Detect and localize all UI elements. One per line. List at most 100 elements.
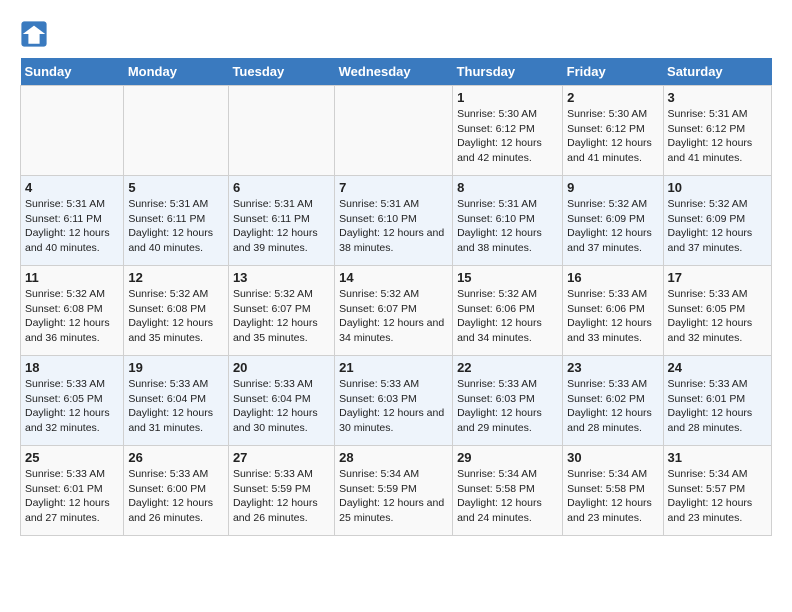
day-number: 14 bbox=[339, 270, 448, 285]
day-info: Sunrise: 5:32 AMSunset: 6:07 PMDaylight:… bbox=[233, 287, 330, 346]
day-info: Sunrise: 5:32 AMSunset: 6:09 PMDaylight:… bbox=[567, 197, 658, 256]
day-cell-27: 27 Sunrise: 5:33 AMSunset: 5:59 PMDayligh… bbox=[228, 446, 334, 536]
day-info: Sunrise: 5:33 AMSunset: 6:03 PMDaylight:… bbox=[339, 377, 448, 436]
day-info: Sunrise: 5:34 AMSunset: 5:58 PMDaylight:… bbox=[457, 467, 558, 526]
day-number: 16 bbox=[567, 270, 658, 285]
day-number: 22 bbox=[457, 360, 558, 375]
day-cell-14: 14 Sunrise: 5:32 AMSunset: 6:07 PMDayligh… bbox=[335, 266, 453, 356]
day-number: 6 bbox=[233, 180, 330, 195]
day-info: Sunrise: 5:31 AMSunset: 6:10 PMDaylight:… bbox=[457, 197, 558, 256]
day-cell-16: 16 Sunrise: 5:33 AMSunset: 6:06 PMDayligh… bbox=[563, 266, 663, 356]
day-cell-31: 31Sunrise: 5:34 AMSunset: 5:57 PMDayligh… bbox=[663, 446, 771, 536]
day-info: Sunrise: 5:32 AMSunset: 6:08 PMDaylight:… bbox=[128, 287, 224, 346]
week-row-4: 18 Sunrise: 5:33 AMSunset: 6:05 PMDayligh… bbox=[21, 356, 772, 446]
week-row-1: 1 Sunrise: 5:30 AMSunset: 6:12 PMDaylight… bbox=[21, 86, 772, 176]
day-number: 26 bbox=[128, 450, 224, 465]
day-number: 18 bbox=[25, 360, 119, 375]
day-number: 1 bbox=[457, 90, 558, 105]
day-cell-7: 7Sunrise: 5:31 AMSunset: 6:10 PMDaylight… bbox=[335, 176, 453, 266]
day-number: 5 bbox=[128, 180, 224, 195]
day-cell-5: 5 Sunrise: 5:31 AMSunset: 6:11 PMDaylight… bbox=[124, 176, 229, 266]
day-info: Sunrise: 5:33 AMSunset: 6:00 PMDaylight:… bbox=[128, 467, 224, 526]
day-cell-18: 18 Sunrise: 5:33 AMSunset: 6:05 PMDayligh… bbox=[21, 356, 124, 446]
day-cell-28: 28Sunrise: 5:34 AMSunset: 5:59 PMDayligh… bbox=[335, 446, 453, 536]
day-cell-3: 3 Sunrise: 5:31 AMSunset: 6:12 PMDaylight… bbox=[663, 86, 771, 176]
day-cell-30: 30 Sunrise: 5:34 AMSunset: 5:58 PMDayligh… bbox=[563, 446, 663, 536]
day-number: 25 bbox=[25, 450, 119, 465]
day-number: 27 bbox=[233, 450, 330, 465]
calendar-table: SundayMondayTuesdayWednesdayThursdayFrid… bbox=[20, 58, 772, 536]
day-number: 11 bbox=[25, 270, 119, 285]
day-cell-8: 8 Sunrise: 5:31 AMSunset: 6:10 PMDaylight… bbox=[453, 176, 563, 266]
day-number: 10 bbox=[668, 180, 767, 195]
day-number: 23 bbox=[567, 360, 658, 375]
day-number: 31 bbox=[668, 450, 767, 465]
day-cell-17: 17 Sunrise: 5:33 AMSunset: 6:05 PMDayligh… bbox=[663, 266, 771, 356]
day-cell-empty-01 bbox=[124, 86, 229, 176]
day-cell-29: 29 Sunrise: 5:34 AMSunset: 5:58 PMDayligh… bbox=[453, 446, 563, 536]
day-info: Sunrise: 5:32 AMSunset: 6:08 PMDaylight:… bbox=[25, 287, 119, 346]
day-cell-10: 10 Sunrise: 5:32 AMSunset: 6:09 PMDayligh… bbox=[663, 176, 771, 266]
day-info: Sunrise: 5:33 AMSunset: 6:05 PMDaylight:… bbox=[25, 377, 119, 436]
day-info: Sunrise: 5:30 AMSunset: 6:12 PMDaylight:… bbox=[567, 107, 658, 166]
logo-icon bbox=[20, 20, 48, 48]
day-info: Sunrise: 5:30 AMSunset: 6:12 PMDaylight:… bbox=[457, 107, 558, 166]
day-info: Sunrise: 5:33 AMSunset: 6:01 PMDaylight:… bbox=[25, 467, 119, 526]
week-row-2: 4Sunrise: 5:31 AMSunset: 6:11 PMDaylight… bbox=[21, 176, 772, 266]
weekday-header-saturday: Saturday bbox=[663, 58, 771, 86]
day-cell-13: 13 Sunrise: 5:32 AMSunset: 6:07 PMDayligh… bbox=[228, 266, 334, 356]
day-number: 8 bbox=[457, 180, 558, 195]
day-cell-empty-03 bbox=[335, 86, 453, 176]
day-cell-2: 2Sunrise: 5:30 AMSunset: 6:12 PMDaylight… bbox=[563, 86, 663, 176]
day-number: 9 bbox=[567, 180, 658, 195]
day-info: Sunrise: 5:31 AMSunset: 6:11 PMDaylight:… bbox=[25, 197, 119, 256]
day-cell-empty-00 bbox=[21, 86, 124, 176]
day-info: Sunrise: 5:33 AMSunset: 6:03 PMDaylight:… bbox=[457, 377, 558, 436]
weekday-header-thursday: Thursday bbox=[453, 58, 563, 86]
day-cell-9: 9 Sunrise: 5:32 AMSunset: 6:09 PMDaylight… bbox=[563, 176, 663, 266]
logo bbox=[20, 20, 52, 48]
day-cell-23: 23 Sunrise: 5:33 AMSunset: 6:02 PMDayligh… bbox=[563, 356, 663, 446]
day-number: 20 bbox=[233, 360, 330, 375]
day-info: Sunrise: 5:33 AMSunset: 6:05 PMDaylight:… bbox=[668, 287, 767, 346]
weekday-header-monday: Monday bbox=[124, 58, 229, 86]
weekday-header-sunday: Sunday bbox=[21, 58, 124, 86]
day-info: Sunrise: 5:32 AMSunset: 6:06 PMDaylight:… bbox=[457, 287, 558, 346]
day-cell-11: 11 Sunrise: 5:32 AMSunset: 6:08 PMDayligh… bbox=[21, 266, 124, 356]
day-info: Sunrise: 5:31 AMSunset: 6:11 PMDaylight:… bbox=[128, 197, 224, 256]
day-info: Sunrise: 5:33 AMSunset: 6:04 PMDaylight:… bbox=[233, 377, 330, 436]
day-cell-24: 24Sunrise: 5:33 AMSunset: 6:01 PMDayligh… bbox=[663, 356, 771, 446]
day-info: Sunrise: 5:31 AMSunset: 6:11 PMDaylight:… bbox=[233, 197, 330, 256]
day-number: 21 bbox=[339, 360, 448, 375]
day-info: Sunrise: 5:34 AMSunset: 5:58 PMDaylight:… bbox=[567, 467, 658, 526]
day-number: 28 bbox=[339, 450, 448, 465]
day-cell-19: 19Sunrise: 5:33 AMSunset: 6:04 PMDayligh… bbox=[124, 356, 229, 446]
day-info: Sunrise: 5:32 AMSunset: 6:09 PMDaylight:… bbox=[668, 197, 767, 256]
day-number: 30 bbox=[567, 450, 658, 465]
day-cell-empty-02 bbox=[228, 86, 334, 176]
day-info: Sunrise: 5:31 AMSunset: 6:12 PMDaylight:… bbox=[668, 107, 767, 166]
day-cell-4: 4Sunrise: 5:31 AMSunset: 6:11 PMDaylight… bbox=[21, 176, 124, 266]
page-header bbox=[20, 20, 772, 48]
day-cell-26: 26 Sunrise: 5:33 AMSunset: 6:00 PMDayligh… bbox=[124, 446, 229, 536]
day-number: 3 bbox=[668, 90, 767, 105]
day-cell-21: 21 Sunrise: 5:33 AMSunset: 6:03 PMDayligh… bbox=[335, 356, 453, 446]
day-cell-25: 25 Sunrise: 5:33 AMSunset: 6:01 PMDayligh… bbox=[21, 446, 124, 536]
day-number: 17 bbox=[668, 270, 767, 285]
day-number: 15 bbox=[457, 270, 558, 285]
day-cell-15: 15 Sunrise: 5:32 AMSunset: 6:06 PMDayligh… bbox=[453, 266, 563, 356]
day-number: 19 bbox=[128, 360, 224, 375]
day-number: 29 bbox=[457, 450, 558, 465]
day-info: Sunrise: 5:33 AMSunset: 6:02 PMDaylight:… bbox=[567, 377, 658, 436]
day-cell-20: 20 Sunrise: 5:33 AMSunset: 6:04 PMDayligh… bbox=[228, 356, 334, 446]
day-info: Sunrise: 5:33 AMSunset: 5:59 PMDaylight:… bbox=[233, 467, 330, 526]
day-info: Sunrise: 5:32 AMSunset: 6:07 PMDaylight:… bbox=[339, 287, 448, 346]
day-number: 13 bbox=[233, 270, 330, 285]
day-info: Sunrise: 5:33 AMSunset: 6:01 PMDaylight:… bbox=[668, 377, 767, 436]
weekday-header-tuesday: Tuesday bbox=[228, 58, 334, 86]
day-number: 12 bbox=[128, 270, 224, 285]
week-row-3: 11 Sunrise: 5:32 AMSunset: 6:08 PMDayligh… bbox=[21, 266, 772, 356]
weekday-header-row: SundayMondayTuesdayWednesdayThursdayFrid… bbox=[21, 58, 772, 86]
day-info: Sunrise: 5:33 AMSunset: 6:06 PMDaylight:… bbox=[567, 287, 658, 346]
weekday-header-wednesday: Wednesday bbox=[335, 58, 453, 86]
